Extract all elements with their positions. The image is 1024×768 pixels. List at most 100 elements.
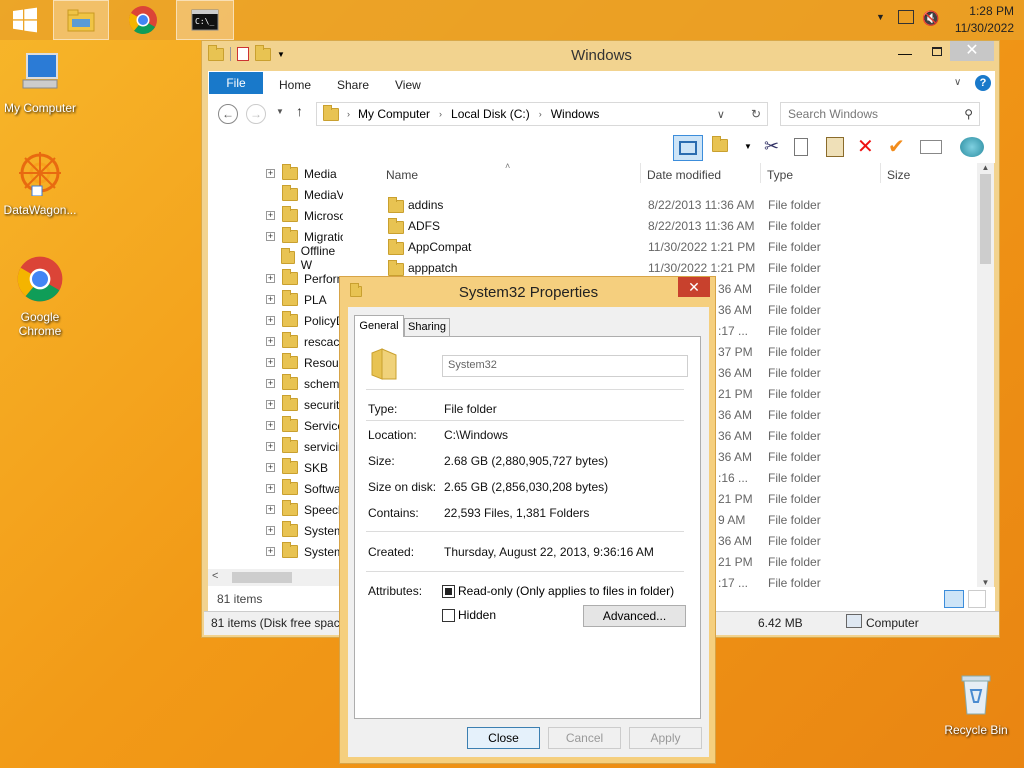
desktop-icon-google-chrome[interactable]: Google Chrome bbox=[0, 255, 80, 338]
hidden-checkbox[interactable]: Hidden bbox=[442, 608, 496, 622]
help-icon[interactable]: ? bbox=[975, 75, 991, 91]
tree-item[interactable]: + security bbox=[266, 394, 343, 415]
system-clock[interactable]: 1:28 PM 11/30/2022 bbox=[955, 3, 1014, 37]
tab-file[interactable]: File bbox=[209, 72, 263, 94]
cancel-button[interactable]: Cancel bbox=[548, 727, 621, 749]
tree-item[interactable]: + PolicyDe bbox=[266, 310, 343, 331]
column-header-type[interactable]: Type bbox=[767, 168, 793, 182]
maximize-button[interactable] bbox=[924, 45, 950, 63]
column-divider[interactable] bbox=[760, 163, 761, 183]
chevron-down-icon[interactable]: ▼ bbox=[744, 142, 752, 151]
tab-sharing[interactable]: Sharing bbox=[404, 318, 450, 337]
tree-item[interactable]: + Microsoft bbox=[266, 205, 343, 226]
folder-name-field[interactable]: System32 bbox=[442, 355, 688, 377]
refresh-icon[interactable]: ↻ bbox=[751, 107, 761, 121]
expand-icon[interactable]: + bbox=[266, 484, 275, 493]
dialog-close-button[interactable]: ✕ bbox=[678, 277, 710, 297]
chrome-taskbar-button[interactable] bbox=[114, 0, 172, 40]
column-divider[interactable] bbox=[880, 163, 881, 183]
file-row[interactable]: ADFS 8/22/2013 11:36 AM File folder bbox=[366, 216, 976, 237]
vertical-scrollbar[interactable]: ▲ ▼ bbox=[977, 163, 994, 587]
tree-item[interactable]: MediaView bbox=[266, 184, 343, 205]
tab-view[interactable]: View bbox=[381, 74, 435, 96]
large-icons-view-button[interactable] bbox=[968, 590, 986, 608]
start-button[interactable] bbox=[0, 0, 50, 40]
scroll-down-arrow-icon[interactable]: ▼ bbox=[977, 578, 994, 587]
check-icon[interactable]: ✔ bbox=[888, 134, 905, 159]
tree-item[interactable]: + System bbox=[266, 520, 343, 541]
search-input[interactable]: Search Windows ⚲ bbox=[780, 102, 980, 126]
tree-item[interactable]: + Speech bbox=[266, 499, 343, 520]
expand-icon[interactable]: + bbox=[266, 358, 275, 367]
desktop-icon-recycle-bin[interactable]: Recycle Bin bbox=[936, 672, 1016, 737]
close-dialog-button[interactable]: Close bbox=[467, 727, 540, 749]
expand-icon[interactable]: + bbox=[266, 463, 275, 472]
expand-icon[interactable]: + bbox=[266, 169, 275, 178]
readonly-checkbox[interactable]: Read-only (Only applies to files in fold… bbox=[442, 584, 674, 598]
tree-item[interactable]: Offline W bbox=[266, 244, 343, 272]
file-explorer-taskbar-button[interactable] bbox=[53, 0, 109, 40]
tree-item[interactable]: + Media bbox=[266, 163, 337, 184]
preview-pane-button[interactable] bbox=[673, 135, 703, 161]
tab-general[interactable]: General bbox=[354, 315, 404, 337]
chevron-up-icon[interactable]: ▼ bbox=[876, 12, 885, 22]
minimize-button[interactable]: — bbox=[892, 45, 918, 63]
globe-icon[interactable] bbox=[960, 137, 984, 157]
breadcrumb-my-computer[interactable]: My Computer bbox=[358, 107, 430, 121]
back-button[interactable]: ← bbox=[218, 104, 238, 124]
tab-home[interactable]: Home bbox=[265, 74, 325, 96]
expand-icon[interactable]: + bbox=[266, 526, 275, 535]
breadcrumb-local-disk[interactable]: Local Disk (C:) bbox=[451, 107, 530, 121]
tree-item[interactable]: + Perform bbox=[266, 268, 343, 289]
network-icon[interactable] bbox=[898, 10, 914, 24]
tree-item[interactable]: + Software bbox=[266, 478, 343, 499]
cut-icon[interactable]: ✂ bbox=[764, 136, 779, 157]
tree-item[interactable]: + PLA bbox=[266, 289, 327, 310]
file-row[interactable]: AppCompat 11/30/2022 1:21 PM File folder bbox=[366, 237, 976, 258]
expand-icon[interactable] bbox=[266, 190, 275, 199]
details-view-button[interactable] bbox=[944, 590, 964, 608]
copy-icon[interactable] bbox=[794, 138, 808, 156]
tree-item[interactable]: + Resourc bbox=[266, 352, 343, 373]
tab-share[interactable]: Share bbox=[323, 74, 383, 96]
forward-button[interactable]: → bbox=[246, 104, 266, 124]
tree-item[interactable]: + schemas bbox=[266, 373, 343, 394]
column-header-size[interactable]: Size bbox=[887, 168, 910, 182]
scroll-left-arrow-icon[interactable]: < bbox=[212, 570, 218, 582]
advanced-button[interactable]: Advanced... bbox=[583, 605, 686, 627]
volume-muted-icon[interactable]: 🔇 bbox=[922, 10, 939, 27]
scroll-up-arrow-icon[interactable]: ▲ bbox=[977, 163, 994, 172]
tree-item[interactable]: + System3 bbox=[266, 541, 343, 562]
column-header-name[interactable]: Name bbox=[386, 168, 418, 182]
tree-item[interactable]: + servicing bbox=[266, 436, 343, 457]
expand-icon[interactable]: + bbox=[266, 316, 275, 325]
readonly-check-box[interactable] bbox=[442, 584, 455, 598]
apply-button[interactable]: Apply bbox=[629, 727, 702, 749]
expand-icon[interactable] bbox=[266, 253, 274, 262]
address-bar[interactable]: › My Computer › Local Disk (C:) › Window… bbox=[316, 102, 768, 126]
expand-icon[interactable]: + bbox=[266, 232, 275, 241]
expand-icon[interactable]: + bbox=[266, 505, 275, 514]
desktop-icon-my-computer[interactable]: My Computer bbox=[0, 50, 80, 115]
expand-icon[interactable]: + bbox=[266, 400, 275, 409]
tree-item[interactable]: + SKB bbox=[266, 457, 328, 478]
cmd-taskbar-button[interactable]: C:\_ bbox=[176, 0, 234, 40]
column-divider[interactable] bbox=[640, 163, 641, 183]
recent-locations-icon[interactable]: ▼ bbox=[276, 107, 284, 116]
file-row[interactable]: addins 8/22/2013 11:36 AM File folder bbox=[366, 195, 976, 216]
close-button[interactable]: ✕ bbox=[950, 41, 994, 61]
tree-item[interactable]: + rescache bbox=[266, 331, 343, 352]
expand-icon[interactable]: + bbox=[266, 274, 275, 283]
delete-icon[interactable]: ✕ bbox=[857, 134, 874, 159]
chevron-down-icon[interactable]: ∨ bbox=[717, 108, 725, 121]
column-header-date-modified[interactable]: Date modified bbox=[647, 168, 721, 182]
expand-icon[interactable]: + bbox=[266, 337, 275, 346]
horizontal-scrollbar[interactable]: < bbox=[208, 569, 343, 586]
scrollbar-thumb[interactable] bbox=[980, 174, 991, 264]
tree-item[interactable]: + ServiceP bbox=[266, 415, 343, 436]
expand-icon[interactable]: + bbox=[266, 295, 275, 304]
rename-icon[interactable] bbox=[920, 140, 942, 154]
hidden-check-box[interactable] bbox=[442, 608, 455, 622]
up-button[interactable]: ↑ bbox=[296, 103, 303, 119]
expand-icon[interactable]: + bbox=[266, 379, 275, 388]
